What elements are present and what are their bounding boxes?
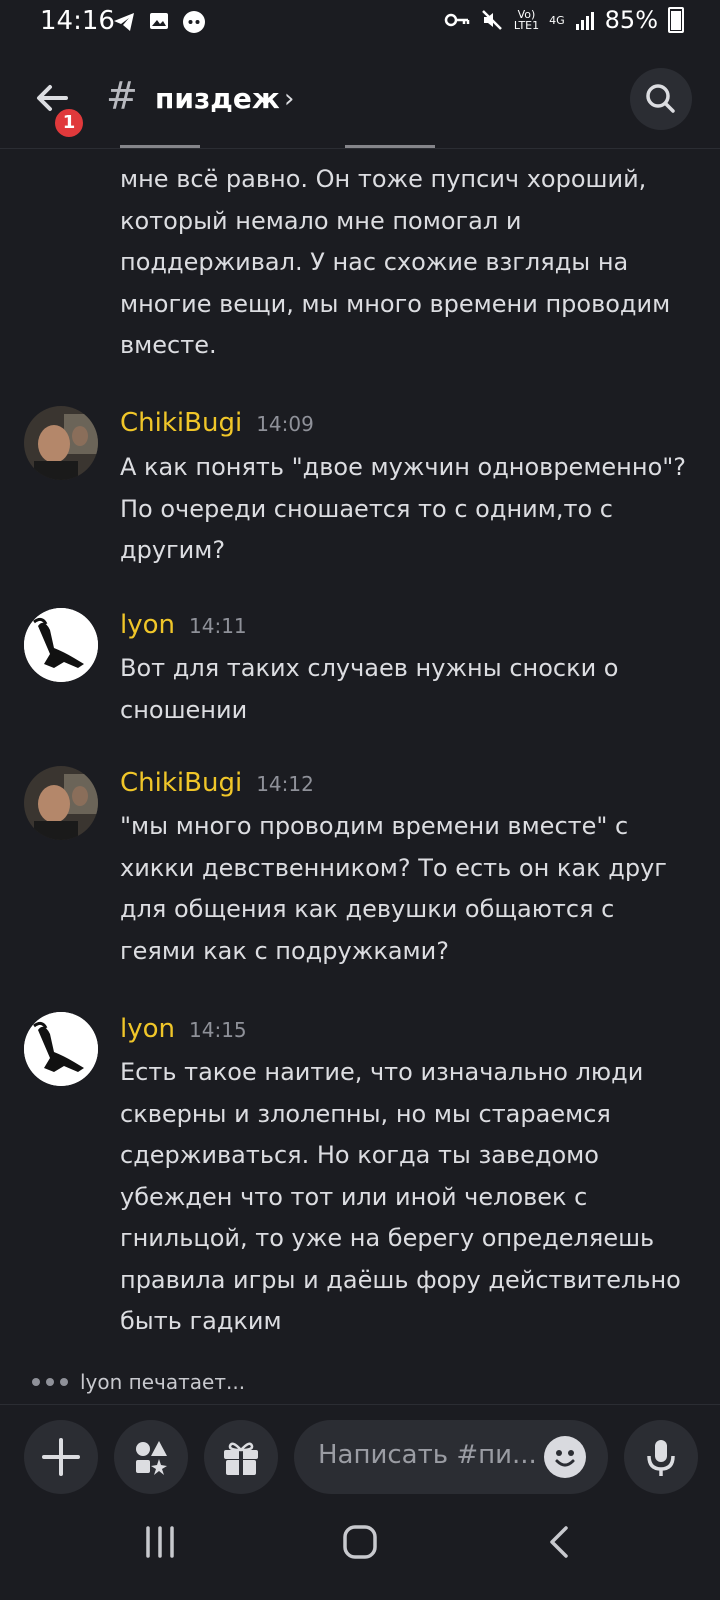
avatar[interactable]	[24, 608, 98, 682]
message-timestamp: 14:09	[256, 412, 314, 436]
avatar-figure-icon	[24, 1012, 98, 1086]
signal-icon	[575, 12, 594, 30]
emoji-button[interactable]	[544, 1436, 586, 1478]
plus-icon	[42, 1438, 80, 1476]
add-attachment-button[interactable]	[24, 1420, 98, 1494]
message-timestamp: 14:12	[256, 772, 314, 796]
battery-icon	[668, 7, 684, 33]
header-divider	[0, 148, 720, 149]
avatar-figure-icon	[24, 608, 98, 682]
message-text: Есть такое наитие, что изначально люди с…	[120, 1058, 681, 1335]
composer-divider	[0, 1404, 720, 1405]
status-notification-icons	[112, 10, 206, 34]
channel-title[interactable]: пиздеж	[155, 82, 280, 115]
status-system-icons: Vo) LTE1 4G 85%	[444, 6, 684, 34]
notification-badge: 1	[52, 106, 86, 140]
gift-button[interactable]	[204, 1420, 278, 1494]
avatar[interactable]	[24, 406, 98, 480]
telegram-icon	[114, 13, 134, 31]
home-icon[interactable]	[340, 1524, 380, 1560]
message-text: Вот для таких случаев нужны сноски о сно…	[120, 654, 619, 724]
message-input-placeholder: Написать #пи...	[318, 1440, 537, 1470]
message-text: А как понять "двое мужчин одновременно"?…	[120, 453, 687, 564]
mute-icon	[481, 10, 502, 30]
channel-hash-icon: #	[106, 74, 138, 118]
avatar[interactable]	[24, 766, 98, 840]
volte-indicator: Vo) LTE1	[513, 8, 540, 32]
system-navigation-bar	[0, 1510, 720, 1600]
smiley-icon	[555, 1450, 575, 1467]
message-timestamp: 14:15	[189, 1018, 247, 1042]
typing-dots-icon	[32, 1378, 68, 1386]
vpn-key-icon	[444, 13, 470, 27]
cut-off-line	[120, 136, 680, 148]
network-type: 4G	[549, 13, 565, 27]
status-time: 14:16	[40, 6, 115, 36]
message-author[interactable]: ChikiBugi	[120, 408, 242, 438]
microphone-icon	[647, 1440, 675, 1476]
voice-message-button[interactable]	[624, 1420, 698, 1494]
discord-icon	[183, 11, 205, 33]
status-bar: 14:16 Vo) LTE1 4G 85%	[0, 0, 720, 48]
nav-back-icon[interactable]	[540, 1524, 580, 1560]
search-icon	[646, 84, 675, 113]
typing-indicator: lyon печатает...	[32, 1370, 245, 1394]
typing-user: lyon	[80, 1370, 123, 1394]
recent-apps-icon[interactable]	[140, 1524, 180, 1560]
message-author[interactable]: lyon	[120, 610, 175, 640]
avatar[interactable]	[24, 1012, 98, 1086]
avatar-photo-icon	[24, 406, 98, 480]
gift-icon	[224, 1442, 258, 1475]
chevron-right-icon[interactable]: ›	[284, 84, 294, 114]
typing-label: печатает...	[128, 1370, 246, 1394]
gallery-icon	[150, 13, 168, 29]
search-button[interactable]	[630, 68, 692, 130]
message-input[interactable]: Написать #пи...	[294, 1420, 608, 1494]
avatar-photo-icon	[24, 766, 98, 840]
message-author[interactable]: lyon	[120, 1014, 175, 1044]
message-author[interactable]: ChikiBugi	[120, 768, 242, 798]
shapes-icon	[136, 1441, 167, 1475]
message-composer: Написать #пи...	[0, 1420, 720, 1496]
message-text: "мы много проводим времени вместе" с хик…	[120, 812, 667, 965]
message-timestamp: 14:11	[189, 614, 247, 638]
apps-button[interactable]	[114, 1420, 188, 1494]
battery-percent: 85%	[604, 6, 658, 34]
message-text: мне всё равно. Он тоже пупсич хороший, к…	[120, 165, 671, 359]
